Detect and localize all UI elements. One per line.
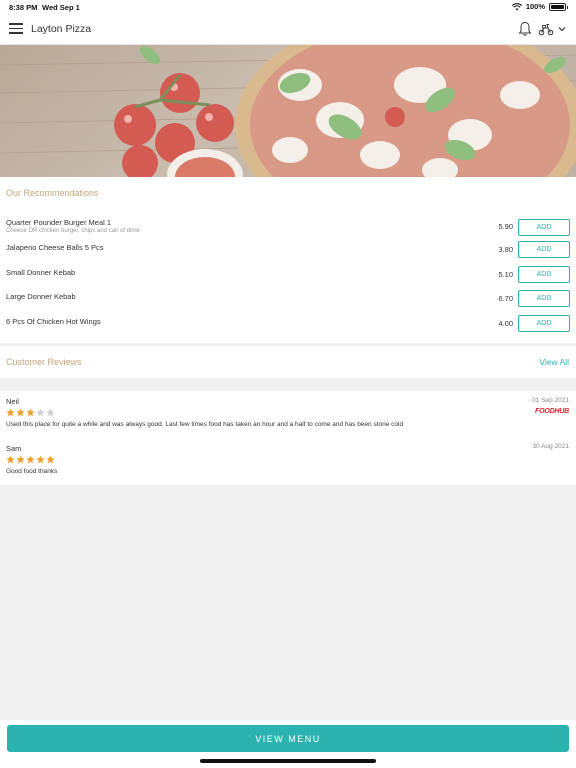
item-name: Quarter Pounder Burger Meal 1	[6, 218, 112, 227]
reviewer-name: Neil	[6, 397, 19, 406]
item-price: 4.00	[498, 319, 513, 328]
hero-pizza-image	[0, 45, 576, 177]
star-rating	[6, 455, 55, 464]
star-rating	[6, 408, 55, 417]
star-filled-icon	[36, 455, 45, 464]
item-description: Cheese OR chicken burger, chips and can …	[6, 228, 140, 234]
item-price: 5.90	[498, 222, 513, 231]
review-item: Sam 30 Aug 2021 Good food thanks	[0, 443, 576, 484]
item-price: 6.70	[498, 294, 513, 303]
delivery-scooter-icon[interactable]	[538, 22, 554, 36]
star-filled-icon	[26, 455, 35, 464]
status-bar: 8:38 PM Wed Sep 1 100%	[0, 0, 576, 14]
bottom-bar: VIEW MENU	[0, 720, 576, 768]
item-price: 3.80	[498, 245, 513, 254]
bell-icon[interactable]	[518, 21, 532, 37]
review-date: 01 Sep 2021	[532, 397, 569, 404]
foodhub-logo: FOODHUB	[535, 408, 569, 415]
star-filled-icon	[16, 455, 25, 464]
review-date: 30 Aug 2021	[532, 443, 569, 450]
item-name: Jalapeno Cheese Balls 5 Pcs	[6, 243, 104, 252]
home-indicator	[200, 759, 376, 763]
view-menu-button[interactable]: VIEW MENU	[7, 725, 569, 752]
battery-icon	[549, 2, 568, 11]
status-date: Wed Sep 1	[42, 3, 80, 12]
star-filled-icon	[6, 408, 15, 417]
top-nav-bar: Layton Pizza	[0, 14, 576, 45]
review-item: Neil 01 Sep 2021 FOODHUB Used this place…	[0, 397, 576, 437]
recommendation-item: Large Donner Kebab 6.70 ADD	[0, 290, 576, 312]
star-filled-icon	[6, 455, 15, 464]
recommendations-section: Our Recommendations Quarter Pounder Burg…	[0, 177, 576, 343]
view-all-link[interactable]: View All	[539, 357, 569, 367]
review-text: Used this place for quite a while and wa…	[6, 421, 404, 428]
star-empty-icon	[46, 408, 55, 417]
recommendation-item: Small Donner Kebab 5.10 ADD	[0, 266, 576, 288]
star-filled-icon	[26, 408, 35, 417]
review-text: Good food thanks	[6, 468, 58, 475]
status-right: 100%	[511, 2, 568, 11]
battery-percent: 100%	[525, 2, 545, 11]
reviewer-name: Sam	[6, 444, 22, 453]
recommendation-item: 6 Pcs Of Chicken Hot Wings 4.00 ADD	[0, 315, 576, 337]
add-button[interactable]: ADD	[518, 290, 570, 307]
add-button[interactable]: ADD	[518, 315, 570, 332]
chevron-down-icon[interactable]	[557, 22, 567, 36]
add-button[interactable]: ADD	[518, 241, 570, 258]
item-name: Small Donner Kebab	[6, 268, 76, 277]
reviews-title: Customer Reviews	[6, 357, 82, 367]
wifi-icon	[511, 2, 522, 10]
reviews-header: Customer Reviews View All	[0, 346, 576, 378]
item-price: 5.10	[498, 270, 513, 279]
recommendation-item: Quarter Pounder Burger Meal 1 Cheese OR …	[0, 218, 576, 238]
star-filled-icon	[16, 408, 25, 417]
item-name: Large Donner Kebab	[6, 292, 76, 301]
recommendations-title: Our Recommendations	[6, 188, 99, 198]
add-button[interactable]: ADD	[518, 219, 570, 236]
add-button[interactable]: ADD	[518, 266, 570, 283]
hamburger-menu-icon[interactable]	[9, 23, 23, 35]
item-name: 6 Pcs Of Chicken Hot Wings	[6, 317, 101, 326]
reviews-list: Neil 01 Sep 2021 FOODHUB Used this place…	[0, 391, 576, 485]
star-empty-icon	[36, 408, 45, 417]
restaurant-title: Layton Pizza	[31, 23, 92, 35]
star-filled-icon	[46, 455, 55, 464]
recommendation-item: Jalapeno Cheese Balls 5 Pcs 3.80 ADD	[0, 241, 576, 263]
status-time: 8:38 PM	[9, 3, 38, 12]
